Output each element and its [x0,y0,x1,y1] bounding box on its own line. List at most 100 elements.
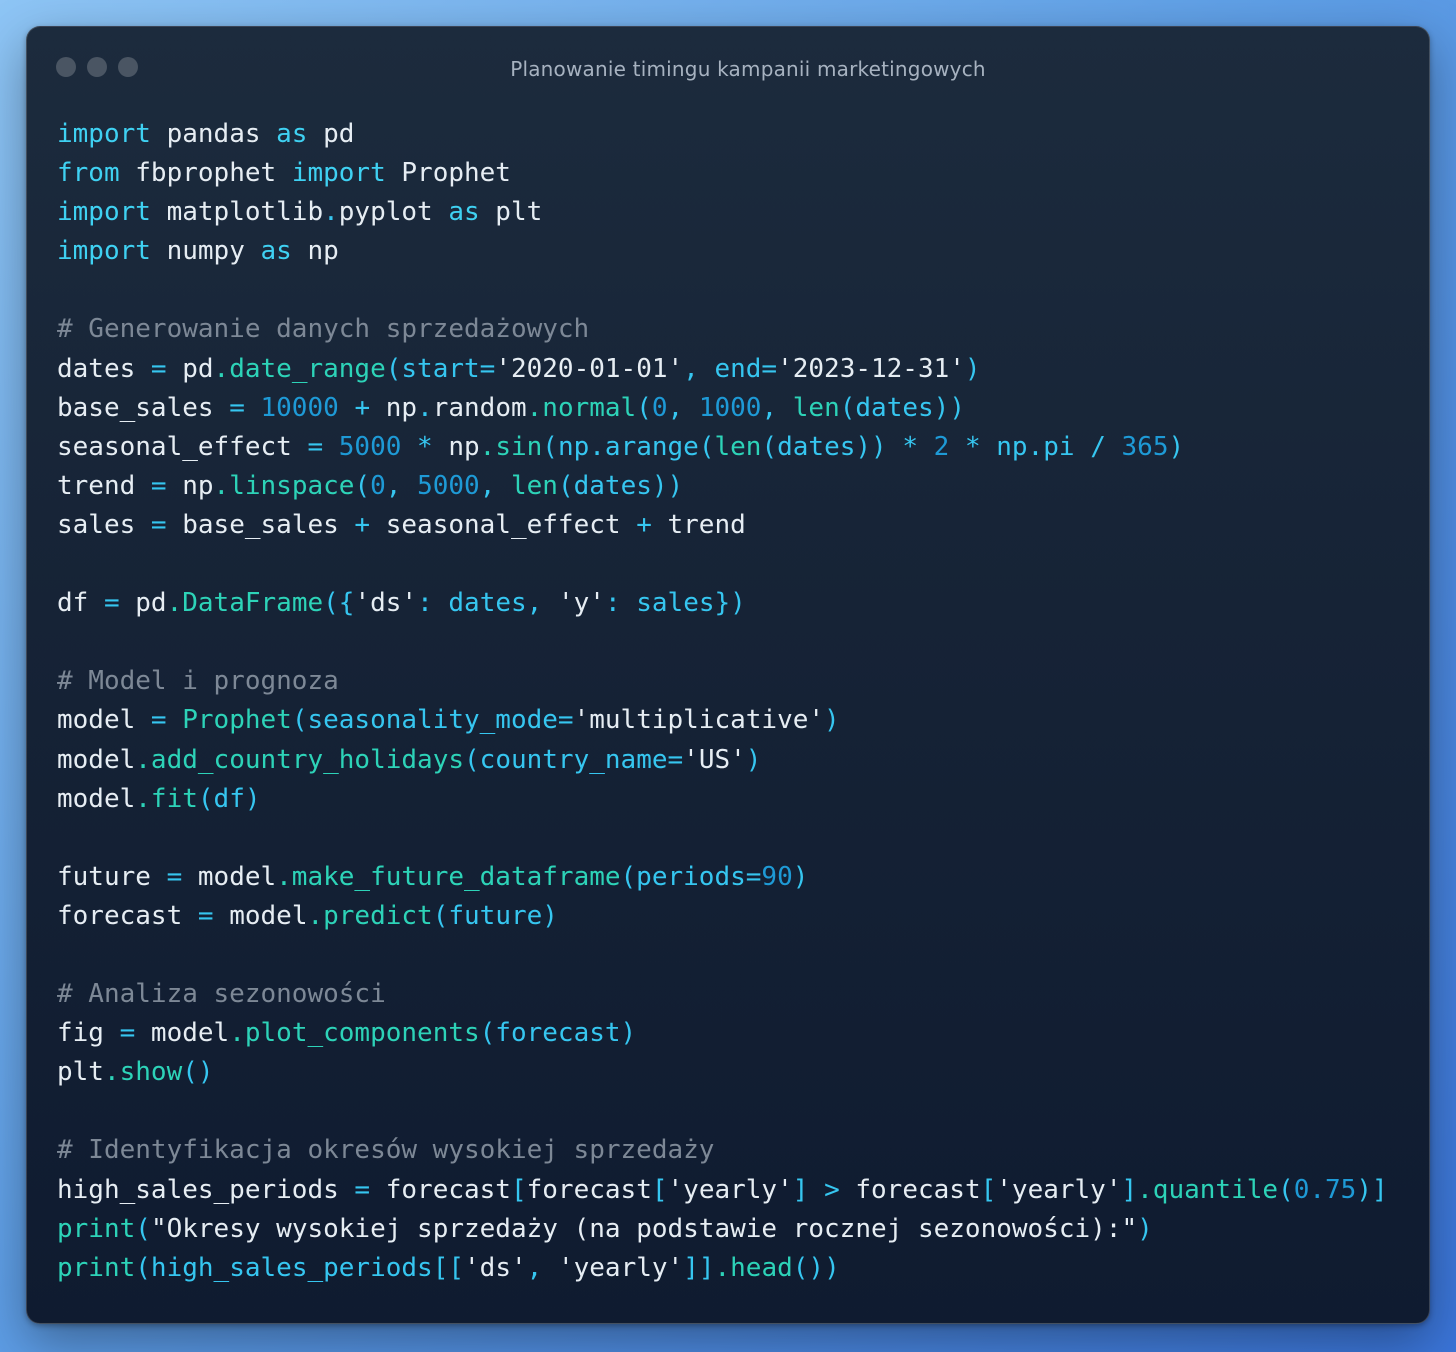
code-token: 0 [370,470,386,501]
code-token: np [166,470,214,501]
code-token: = [150,705,167,736]
code-token: ( [636,392,652,423]
code-token: .quantile [1137,1174,1279,1205]
code-token: = [150,353,167,384]
code-token: random [432,392,527,423]
code-token: pandas [150,119,277,149]
code-token: np [291,236,339,267]
code-token: base_sales [57,392,230,423]
code-token: (dates)) [557,470,684,501]
code-token: df [57,588,104,619]
code-token: np [432,431,480,462]
code-token: print [57,1213,136,1244]
code-token: 1000 [698,392,762,423]
code-token: high_sales_periods [57,1174,355,1205]
code-token: (high_sales_periods[[ [135,1252,465,1283]
code-token: ]] [683,1252,715,1283]
code-token: .add_country_holidays [135,744,465,775]
code-line: from fbprophet import Prophet [57,154,1409,193]
code-line: fig = model.plot_components(forecast) [57,1014,1409,1053]
code-line: import pandas as pd [57,115,1409,154]
code-token: (df) [197,783,261,814]
code-token: . [323,197,339,228]
code-token: [ [510,1174,527,1205]
code-token: model [182,861,277,892]
code-token: ({ [323,588,355,619]
code-token: # Identyfikacja okresów wysokiej sprzeda… [57,1135,715,1166]
code-line: # Model i prognoza [57,662,1409,701]
code-line: import matplotlib.pyplot as plt [57,193,1409,232]
code-token: '2023-12-31' [777,353,965,384]
code-token: 'multiplicative' [573,705,825,736]
code-line: dates = pd.date_range(start='2020-01-01'… [57,350,1409,389]
code-token: , end= [683,353,778,384]
code-token: .plot_components [229,1018,480,1049]
code-token: , [761,392,793,423]
code-token: * [902,431,918,462]
code-token: (start= [385,353,496,384]
code-token: model [135,1018,230,1049]
code-token: .sin [479,431,543,462]
code-token: + [354,392,371,423]
code-token: = [119,1018,136,1049]
code-token: , [385,470,418,501]
code-token: forecast [370,1174,511,1205]
code-token: 'yearly' [996,1174,1122,1205]
code-token: 'yearly' [557,1252,684,1283]
window-title: Planowanie timingu kampanii marketingowy… [510,57,986,81]
code-token: np [370,392,418,423]
code-token: ()) [792,1252,840,1283]
title-bar: Planowanie timingu kampanii marketingowy… [27,27,1429,107]
code-token: . [417,392,433,423]
code-token: .date_range [213,353,386,384]
code-token: '2020-01-01' [495,353,684,384]
code-token: model [57,783,136,814]
code-token: 'y' [557,588,605,619]
code-token: .linspace [213,470,355,501]
code-token: # Generowanie danych sprzedażowych [57,314,590,345]
code-token: ) [1168,431,1185,462]
code-token: (seasonality_mode= [291,705,574,736]
code-token: 5000 [338,431,402,462]
code-line: df = pd.DataFrame({'ds': dates, 'y': sal… [57,584,1409,623]
code-token: = [150,470,167,501]
code-token: pd [119,588,167,619]
code-token: 5000 [417,470,480,501]
code-token: model [57,744,136,775]
code-token: ) [745,744,762,775]
code-token: (dates)) [761,431,903,462]
code-token: seasonal_effect [57,431,308,462]
code-token: .normal [526,392,637,423]
code-token: (periods= [620,861,762,892]
code-token: = [307,431,324,462]
code-token: pd [307,119,355,149]
code-token: )] [1356,1174,1388,1205]
code-token: len [792,392,840,423]
code-token: as [276,119,308,149]
code-token: base_sales [166,509,355,540]
code-token: Prophet [385,158,511,189]
code-token: model [213,900,308,931]
code-token: # Model i prognoza [57,666,339,697]
code-token: fbprophet [119,158,292,189]
code-token: import [57,197,151,228]
code-token: plt [479,197,543,228]
code-token: (np.arange( [542,431,715,462]
code-token: ) [792,861,809,892]
code-token: .head [714,1252,793,1283]
code-token: sales [57,509,151,540]
code-line: # Identyfikacja okresów wysokiej sprzeda… [57,1131,1409,1170]
code-token: * [417,431,433,462]
code-token: np.pi [980,431,1091,462]
code-token: 'US' [683,744,746,775]
code-token: ) [824,705,840,736]
